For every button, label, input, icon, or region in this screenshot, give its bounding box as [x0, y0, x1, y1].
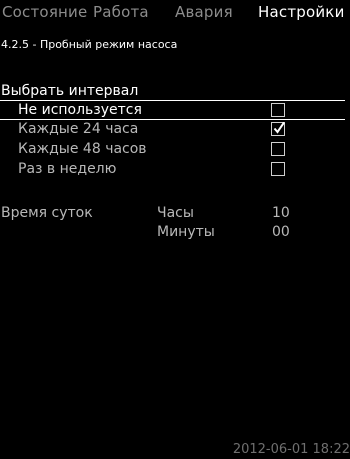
tab-operation[interactable]: Работа — [93, 3, 149, 21]
footer-datetime: 2012-06-01 18:22 — [232, 442, 350, 457]
option-label: Каждые 24 часа — [18, 121, 139, 137]
option-every-24h[interactable]: Каждые 24 часа — [0, 120, 345, 140]
option-label: Не используется — [18, 102, 142, 118]
time-of-day-label: Время суток — [1, 205, 93, 221]
minutes-label: Минуты — [157, 224, 215, 240]
page-title: 4.2.5 - Пробный режим насоса — [1, 38, 178, 51]
option-checkbox[interactable] — [271, 162, 285, 176]
tab-status[interactable]: Состояние — [2, 3, 87, 21]
option-checkbox[interactable] — [271, 103, 285, 117]
option-not-used[interactable]: Не используется — [0, 100, 345, 120]
tab-settings[interactable]: Настройки — [258, 3, 345, 21]
option-checkbox[interactable] — [271, 142, 285, 156]
section-title: Выбрать интервал — [1, 83, 139, 99]
tab-bar: Состояние Работа Авария Настройки — [0, 0, 350, 30]
hours-label: Часы — [157, 205, 194, 221]
hours-value[interactable]: 10 — [272, 205, 290, 221]
option-every-48h[interactable]: Каждые 48 часов — [0, 140, 345, 160]
option-label: Каждые 48 часов — [18, 141, 147, 157]
minutes-value[interactable]: 00 — [272, 224, 290, 240]
checkmark-icon — [273, 121, 285, 134]
tab-alarm[interactable]: Авария — [175, 3, 233, 21]
option-weekly[interactable]: Раз в неделю — [0, 160, 345, 180]
option-checkbox[interactable] — [271, 121, 285, 136]
option-label: Раз в неделю — [18, 161, 117, 177]
